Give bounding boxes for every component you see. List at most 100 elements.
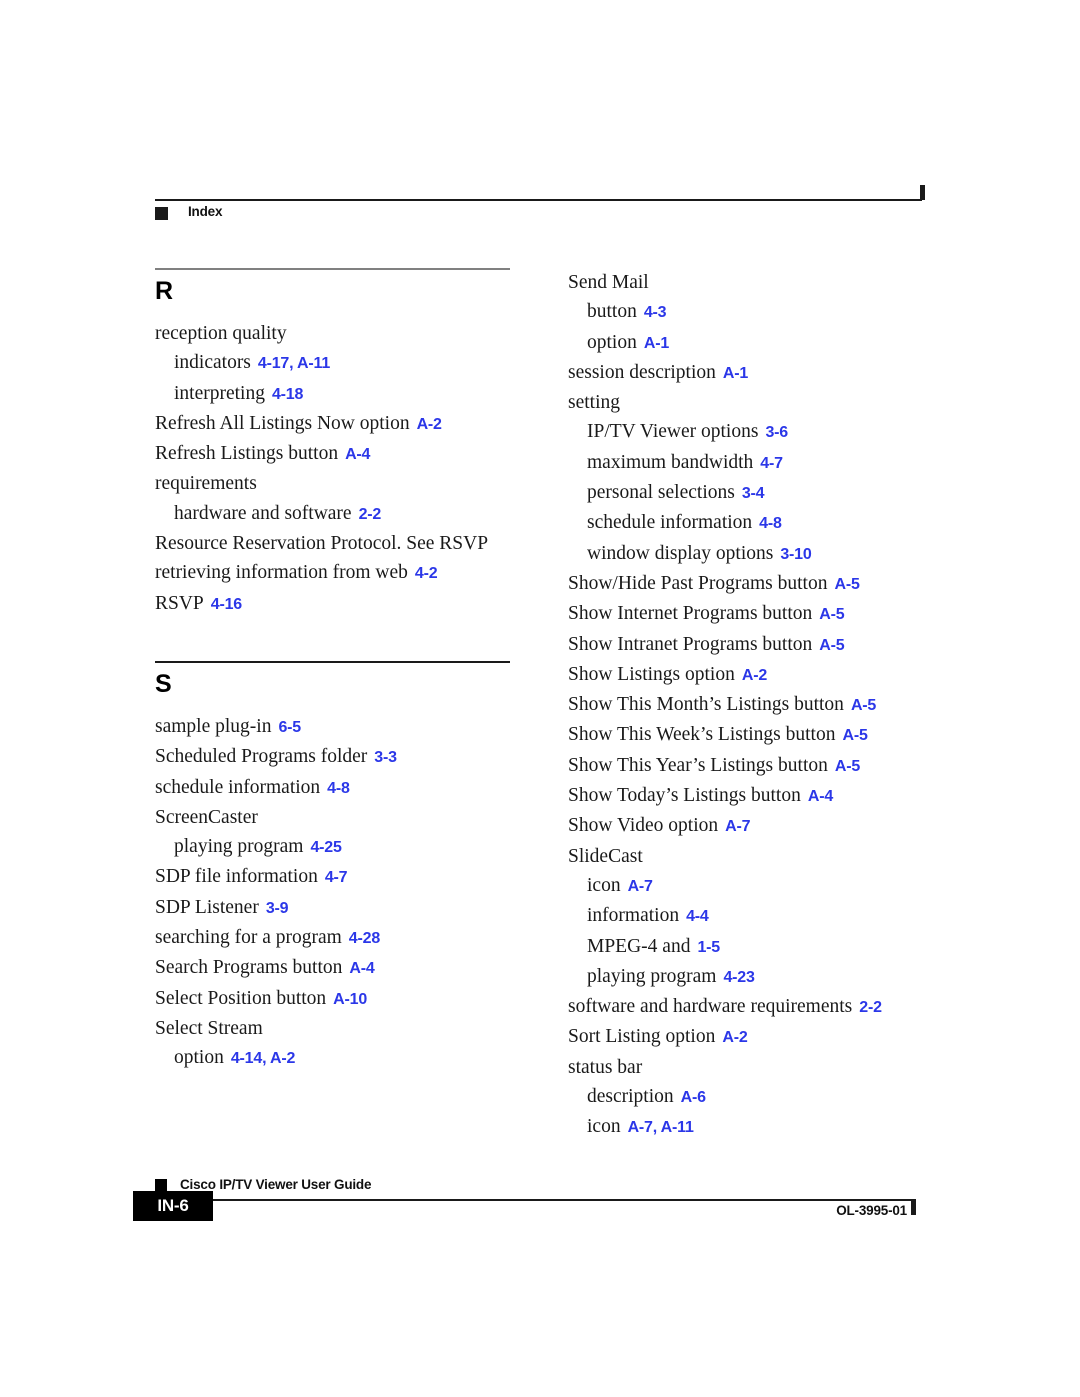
page-footer: Cisco IP/TV Viewer User Guide IN-6 OL-39… [133, 1165, 925, 1225]
index-entry-page-reference[interactable]: A-5 [819, 637, 844, 654]
index-entry-term: maximum bandwidth [587, 451, 754, 473]
header-edge-tick [920, 185, 925, 200]
index-entry: Show Video option A-7 [568, 811, 968, 841]
index-entry-term: Scheduled Programs folder [155, 746, 368, 768]
index-entry-page-reference[interactable]: 1-5 [697, 939, 720, 956]
index-entry: setting [568, 388, 968, 417]
black-square-icon [155, 1179, 167, 1191]
index-entry-term: Resource Reservation Protocol. See RSVP [155, 533, 489, 555]
page-number: IN-6 [157, 1196, 189, 1215]
index-entry-page-reference[interactable]: 4-23 [723, 969, 754, 986]
index-entry-page-reference[interactable]: 4-8 [327, 780, 350, 797]
index-entry: Sort Listing option A-2 [568, 1022, 968, 1052]
index-entry: Show/Hide Past Programs button A-5 [568, 569, 968, 599]
index-entry-page-reference[interactable]: 3-10 [780, 546, 811, 563]
index-entry-page-reference[interactable]: A-2 [742, 667, 767, 684]
index-entry: interpreting 4-18 [155, 379, 535, 409]
index-entry-term: hardware and software [174, 502, 352, 524]
index-entry-term: setting [568, 392, 620, 414]
index-entry-term: reception quality [155, 323, 287, 344]
index-entry: option 4-14, A-2 [155, 1043, 535, 1073]
index-entry-term: interpreting [174, 382, 265, 404]
index-entry: description A-6 [568, 1082, 968, 1112]
index-entry: Scheduled Programs folder 3-3 [155, 742, 535, 772]
index-entry: IP/TV Viewer options 3-6 [568, 417, 968, 447]
index-entry-page-reference[interactable]: A-5 [842, 727, 867, 744]
index-entry-page-reference[interactable]: 4-7 [760, 455, 783, 472]
index-entry: searching for a program 4-28 [155, 923, 535, 953]
index-entry-page-reference[interactable]: 4-8 [759, 515, 782, 532]
index-entry-page-reference[interactable]: 4-28 [349, 930, 380, 947]
index-entry: schedule information 4-8 [155, 773, 535, 803]
index-entry-page-reference[interactable]: A-1 [723, 365, 748, 382]
index-entry-page-reference[interactable]: 4-17, A-11 [258, 355, 330, 372]
index-entry-page-reference[interactable]: A-4 [345, 446, 370, 463]
index-entry-term: Show Intranet Programs button [568, 633, 813, 655]
index-entry: Search Programs button A-4 [155, 953, 535, 983]
index-entry-term: searching for a program [155, 927, 342, 949]
index-entry-page-reference[interactable]: 2-2 [359, 506, 382, 523]
index-entry: Send Mail [568, 268, 968, 297]
index-entry-list: sample plug-in 6-5 Scheduled Programs fold… [155, 712, 535, 1074]
header-label: Index [188, 204, 223, 219]
index-entry-page-reference[interactable]: A-5 [835, 758, 860, 775]
index-entry: reception quality [155, 319, 535, 348]
index-entry: SDP file information 4-7 [155, 862, 535, 892]
index-entry: status bar [568, 1053, 968, 1082]
index-entry-term: Sort Listing option [568, 1026, 716, 1048]
index-entry-term: session description [568, 361, 716, 383]
index-entry-page-reference[interactable]: A-7 [628, 878, 653, 895]
index-entry-page-reference[interactable]: 3-3 [374, 749, 397, 766]
index-entry-page-reference[interactable]: 6-5 [278, 719, 301, 736]
footer-guide-title: Cisco IP/TV Viewer User Guide [180, 1177, 372, 1192]
index-entry-page-reference[interactable]: A-7, A-11 [628, 1119, 694, 1136]
index-entry-term: option [587, 331, 637, 353]
index-entry: requirements [155, 469, 535, 498]
index-entry: hardware and software 2-2 [155, 499, 535, 529]
index-entry-page-reference[interactable]: A-4 [808, 788, 833, 805]
index-entry-page-reference[interactable]: A-2 [722, 1029, 747, 1046]
index-entry: Show This Week’s Listings button A-5 [568, 720, 968, 750]
index-entry-page-reference[interactable]: 4-7 [325, 869, 348, 886]
index-entry: Refresh All Listings Now option A-2 [155, 409, 535, 439]
index-entry-page-reference[interactable]: 4-16 [211, 596, 242, 613]
index-entry-page-reference[interactable]: A-10 [333, 991, 367, 1008]
index-entry-term: icon [587, 874, 621, 896]
index-entry-term: playing program [587, 965, 717, 987]
index-entry-page-reference[interactable]: 4-2 [415, 565, 438, 582]
index-entry-page-reference[interactable]: A-5 [834, 576, 859, 593]
index-entry-page-reference[interactable]: A-7 [725, 818, 750, 835]
index-entry-page-reference[interactable]: A-6 [681, 1089, 706, 1106]
index-entry-page-reference[interactable]: 4-25 [310, 839, 341, 856]
index-entry: icon A-7, A-11 [568, 1112, 968, 1142]
index-entry-page-reference[interactable]: 4-18 [272, 386, 303, 403]
index-entry: Select Stream [155, 1014, 535, 1043]
index-entry-term: Show Today’s Listings button [568, 785, 801, 807]
index-entry-page-reference[interactable]: 4-14, A-2 [231, 1050, 296, 1067]
index-entry-term: Show Video option [568, 815, 719, 837]
index-entry-page-reference[interactable]: 4-3 [644, 304, 667, 321]
index-entry-page-reference[interactable]: A-5 [851, 697, 876, 714]
index-entry: Show Internet Programs button A-5 [568, 599, 968, 629]
index-entry-page-reference[interactable]: 3-6 [765, 424, 788, 441]
index-entry-page-reference[interactable]: 2-2 [859, 999, 882, 1016]
index-entry-page-reference[interactable]: A-1 [644, 335, 669, 352]
index-entry-term: playing program [174, 836, 304, 858]
index-entry-page-reference[interactable]: 3-4 [742, 485, 765, 502]
index-entry: Resource Reservation Protocol. See RSVP [155, 529, 535, 558]
index-entry: maximum bandwidth 4-7 [568, 448, 968, 478]
index-entry-page-reference[interactable]: 4-4 [686, 908, 709, 925]
black-square-icon [155, 207, 168, 220]
index-entry-term: SlideCast [568, 845, 643, 867]
section-divider-rule [155, 268, 510, 270]
index-entry-page-reference[interactable]: 3-9 [266, 900, 289, 917]
index-entry-page-reference[interactable]: A-5 [819, 606, 844, 623]
index-entry-page-reference[interactable]: A-2 [417, 416, 442, 433]
index-entry-term: status bar [568, 1056, 643, 1078]
index-column-right: Send Mail button 4-3 option A-1 session descr… [568, 268, 968, 1143]
index-section-s: S sample plug-in 6-5 Scheduled Programs fo… [155, 660, 535, 1074]
index-entry-page-reference[interactable]: A-4 [349, 960, 374, 977]
index-column-left: R reception quality indicators 4-17, A-11 i… [155, 268, 535, 1074]
index-section-r: R reception quality indicators 4-17, A-11 i… [155, 268, 535, 619]
index-entry-term: window display options [587, 542, 774, 564]
